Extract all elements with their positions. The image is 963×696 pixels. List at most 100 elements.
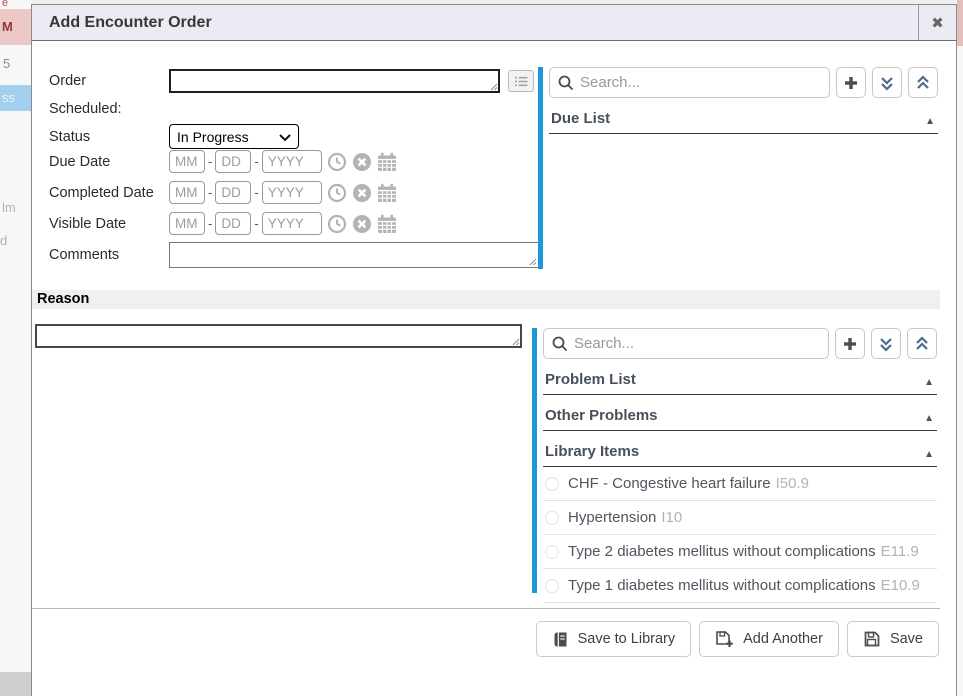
double-chevron-down-icon — [880, 75, 894, 91]
due-search-input[interactable] — [580, 74, 821, 91]
due-date-clear-button[interactable] — [352, 152, 372, 172]
order-input[interactable] — [169, 69, 500, 93]
library-item-label: Type 2 diabetes mellitus without complic… — [568, 543, 919, 560]
save-button[interactable]: Save — [847, 621, 939, 657]
visible-date-calendar-button[interactable] — [377, 214, 397, 234]
dialog-header: Add Encounter Order ✖ — [32, 5, 956, 41]
visible-date-clear-button[interactable] — [352, 214, 372, 234]
due-list-section-header[interactable]: Due List ▲ — [549, 98, 938, 134]
accent-bar — [532, 328, 537, 593]
library-items-section-header[interactable]: Library Items ▲ — [543, 431, 937, 467]
diagnosis-code: E10.9 — [881, 577, 920, 594]
collapse-arrow-icon: ▲ — [925, 116, 935, 127]
calendar-icon — [377, 214, 397, 234]
due-date-time-button[interactable] — [327, 152, 347, 172]
problem-expand-all-button[interactable] — [871, 328, 901, 359]
radio-icon[interactable] — [545, 511, 559, 525]
clock-icon — [327, 214, 347, 234]
library-item-label: Type 1 diabetes mellitus without complic… — [568, 577, 920, 594]
status-select[interactable]: In Progress — [169, 124, 299, 149]
due-date-day-input[interactable] — [215, 150, 251, 173]
due-list-section-label: Due List — [551, 110, 610, 127]
bg-text-fragment: ss — [2, 90, 15, 105]
completed-date-clear-button[interactable] — [352, 183, 372, 203]
collapse-arrow-icon: ▲ — [924, 449, 934, 460]
library-item[interactable]: CHF - Congestive heart failureI50.9 — [543, 467, 937, 501]
dialog-body: Order Scheduled: — [32, 41, 956, 696]
comments-input[interactable] — [169, 242, 539, 268]
due-date-row: Due Date - - — [32, 150, 397, 173]
book-icon — [552, 631, 569, 648]
bg-text-fragment: M — [2, 19, 13, 34]
reason-row — [35, 324, 522, 353]
library-items-section-label: Library Items — [545, 443, 639, 460]
problem-collapse-all-button[interactable] — [907, 328, 937, 359]
radio-icon[interactable] — [545, 579, 559, 593]
library-item[interactable]: Type 1 diabetes mellitus without complic… — [543, 569, 937, 603]
completed-date-calendar-button[interactable] — [377, 183, 397, 203]
diagnosis-code: I50.9 — [776, 475, 809, 492]
status-selected-value: In Progress — [177, 129, 249, 145]
reason-input[interactable] — [35, 324, 522, 348]
due-date-calendar-button[interactable] — [377, 152, 397, 172]
double-chevron-up-icon — [916, 75, 930, 91]
completed-date-year-input[interactable] — [262, 181, 322, 204]
visible-date-year-input[interactable] — [262, 212, 322, 235]
reason-section-header: Reason — [32, 290, 940, 309]
footer-buttons: Save to Library Add Another — [536, 621, 939, 657]
completed-date-month-input[interactable] — [169, 181, 205, 204]
add-another-button[interactable]: Add Another — [699, 621, 839, 657]
visible-date-month-input[interactable] — [169, 212, 205, 235]
due-list-panel: Due List ▲ — [549, 67, 938, 134]
save-label: Save — [890, 631, 923, 647]
scheduled-row: Scheduled: — [32, 101, 169, 117]
visible-date-day-input[interactable] — [215, 212, 251, 235]
date-separator: - — [254, 185, 258, 200]
due-expand-all-button[interactable] — [872, 67, 902, 98]
add-encounter-order-dialog: Add Encounter Order ✖ Order — [31, 4, 957, 696]
collapse-arrow-icon: ▲ — [924, 413, 934, 424]
double-chevron-up-icon — [915, 336, 929, 352]
close-icon: ✖ — [931, 14, 944, 32]
library-item[interactable]: HypertensionI10 — [543, 501, 937, 535]
clock-icon — [327, 152, 347, 172]
date-separator: - — [208, 154, 212, 169]
radio-icon[interactable] — [545, 545, 559, 559]
completed-date-label: Completed Date — [49, 185, 169, 201]
save-to-library-label: Save to Library — [578, 631, 676, 647]
order-lookup-button[interactable] — [508, 70, 534, 92]
visible-date-time-button[interactable] — [327, 214, 347, 234]
scheduled-label: Scheduled: — [49, 101, 169, 117]
bg-text-fragment: e — [2, 0, 8, 9]
due-date-month-input[interactable] — [169, 150, 205, 173]
due-search-row — [549, 67, 938, 98]
bg-strip — [0, 672, 31, 696]
problem-list-section-header[interactable]: Problem List ▲ — [543, 359, 937, 395]
double-chevron-down-icon — [879, 336, 893, 352]
clock-icon — [327, 183, 347, 203]
bg-strip — [957, 0, 963, 46]
problem-add-button[interactable] — [835, 328, 865, 359]
completed-date-row: Completed Date - - — [32, 181, 397, 204]
completed-date-time-button[interactable] — [327, 183, 347, 203]
completed-date-day-input[interactable] — [215, 181, 251, 204]
problem-search-input[interactable] — [574, 335, 820, 352]
background-page-right — [957, 0, 963, 696]
library-item-label: CHF - Congestive heart failureI50.9 — [568, 475, 809, 492]
add-another-label: Add Another — [743, 631, 823, 647]
library-item[interactable]: Type 2 diabetes mellitus without complic… — [543, 535, 937, 569]
clear-circle-icon — [352, 152, 372, 172]
problem-search-row — [543, 328, 937, 359]
other-problems-section-header[interactable]: Other Problems ▲ — [543, 395, 937, 431]
order-row: Order — [32, 69, 534, 93]
due-add-button[interactable] — [836, 67, 866, 98]
problem-panel: Problem List ▲ Other Problems ▲ Library … — [543, 328, 937, 603]
radio-icon[interactable] — [545, 477, 559, 491]
due-date-year-input[interactable] — [262, 150, 322, 173]
dialog-title: Add Encounter Order — [32, 5, 918, 40]
due-collapse-all-button[interactable] — [908, 67, 938, 98]
save-to-library-button[interactable]: Save to Library — [536, 621, 692, 657]
diagnosis-code: E11.9 — [881, 543, 919, 560]
other-problems-section-label: Other Problems — [545, 407, 658, 424]
close-button[interactable]: ✖ — [918, 5, 956, 40]
